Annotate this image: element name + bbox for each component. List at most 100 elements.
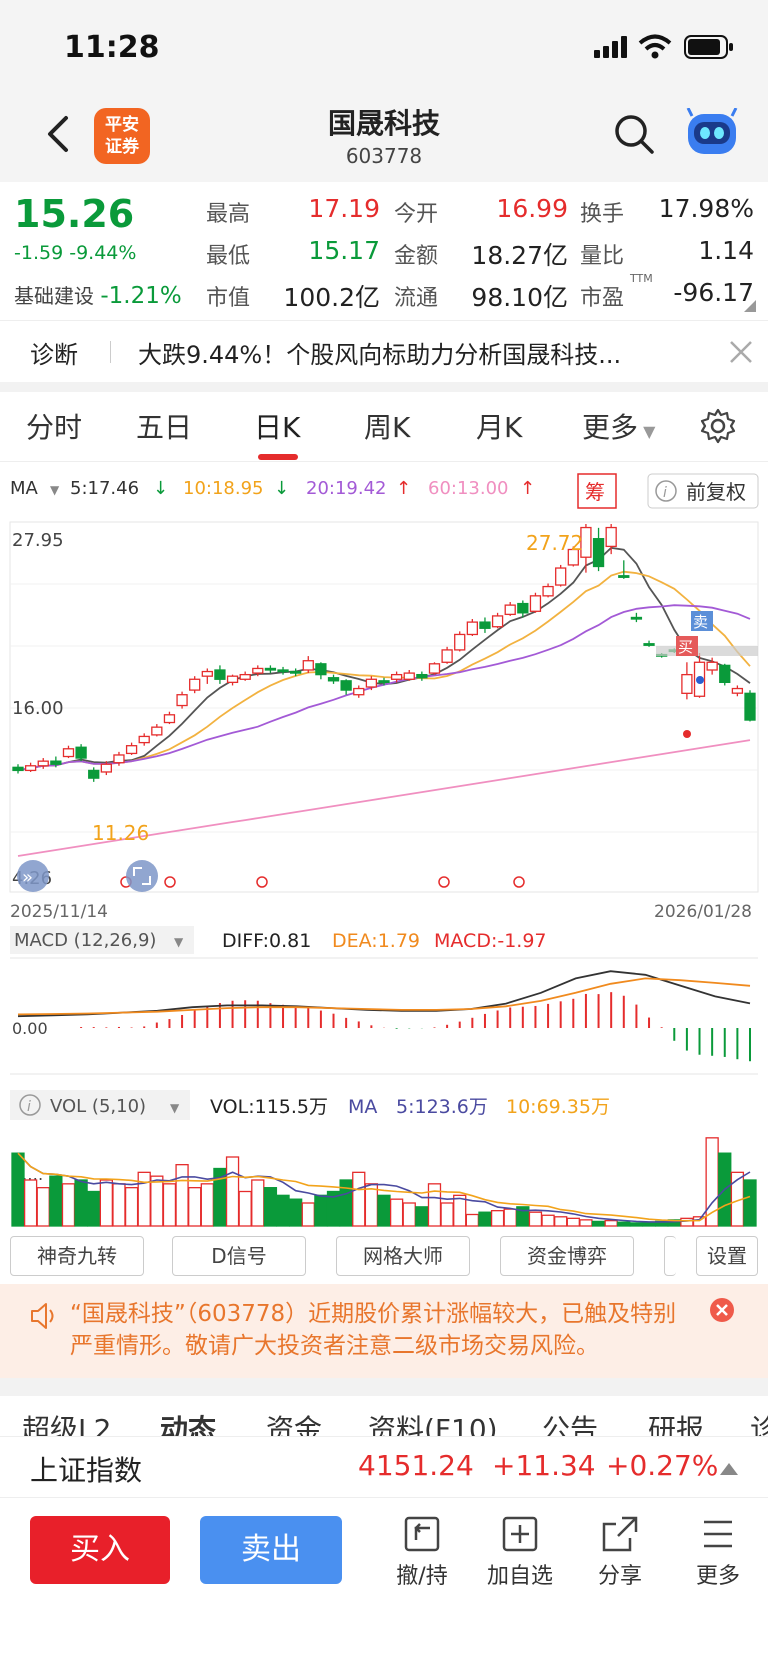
tab-news[interactable]: 动态 [160,1408,216,1436]
tool-more[interactable] [664,1236,676,1276]
volume-bar [301,1202,315,1227]
volume-bar [200,1183,214,1227]
candle-body [37,760,49,767]
stock-header: 平安 证券 国晟科技 603778 [0,96,768,182]
candle-body [340,680,352,691]
diagnosis-banner[interactable]: 诊断 大跌9.44%！个股风向标助力分析国晟科技... [0,320,768,382]
tool-grid-master[interactable]: 网格大师 [336,1236,470,1276]
close-icon[interactable] [710,1298,734,1322]
tool-nine-turn[interactable]: 神奇九转 [10,1236,144,1276]
candle-body [226,675,239,684]
sell-button[interactable]: 卖出 [200,1516,342,1584]
ma10-line [17,570,751,772]
assistant-robot-icon[interactable] [684,108,740,158]
tab-f10[interactable]: 资料(F10) [368,1408,498,1436]
volume-bar [49,1175,63,1227]
tab-daily-k[interactable]: 日K [254,406,300,446]
tab-diagnose[interactable]: 诊 [750,1408,768,1436]
tab-funds[interactable]: 资金 [266,1408,322,1436]
fullscreen-button[interactable] [126,860,158,892]
event-marker-icon[interactable] [438,876,450,888]
vol-label: VOL (5,10) [50,1096,146,1117]
index-change: +11.34 [492,1449,596,1482]
cancel-hold-button[interactable]: 撤/持 [382,1514,462,1590]
volume-bar [680,1217,694,1227]
tab-research[interactable]: 研报 [648,1408,704,1436]
event-marker-icon[interactable] [164,876,176,888]
chevron-up-icon[interactable] [720,1461,738,1475]
tab-intraday[interactable]: 分时 [26,406,82,446]
close-icon[interactable] [728,339,754,365]
ma60-arrow-icon: ↑ [520,478,535,499]
section-gap [0,1378,768,1396]
macd-dea-line [17,977,751,1016]
period-tabs: 分时 五日 日K 周K 月K 更多 ▼ [0,392,768,462]
diagnosis-text[interactable]: 大跌9.44%！个股风向标助力分析国晟科技... [138,335,698,370]
volume-bar [604,1219,618,1227]
macd-lines [17,970,751,1018]
sell-tag-label: 卖 [693,613,708,631]
volume-ratio-label: 量比 [580,244,625,269]
tool-fund-game[interactable]: 资金博弈 [500,1236,634,1276]
tab-monthly-k[interactable]: 月K [476,406,522,446]
ma10-value: 10:18.95 [183,478,264,499]
candle-body [327,677,340,682]
expand-corner-icon[interactable] [744,300,756,312]
low-label: 最低 [206,244,251,269]
tab-more[interactable]: 更多 ▼ [582,406,655,446]
ma20-value: 20:19.42 [306,478,387,499]
vol-ma-label: MA [348,1096,377,1118]
search-icon[interactable] [612,112,656,156]
tab-announcements[interactable]: 公告 [542,1408,598,1436]
sector-change[interactable]: 基础建设 -1.21% [14,280,182,309]
amount-label: 金额 [394,244,439,269]
macd-dea: DEA:1.79 [332,930,420,952]
candle-body [466,621,478,636]
candle-body [378,680,390,684]
trade-dot [683,730,691,738]
add-watchlist-button[interactable]: 加自选 [480,1514,560,1590]
pe-label: 市盈 [580,286,625,311]
kline-chart[interactable]: MA ▼ 5:17.46 ↓ 10:18.95 ↓ 20:19.42 ↑ 60:… [0,462,768,1232]
tool-d-signal[interactable]: D信号 [172,1236,306,1276]
signal-icon [594,36,627,58]
speaker-icon [31,1303,54,1329]
double-arrow-icon: » [22,867,33,888]
tool-settings[interactable]: 设置 [696,1236,758,1276]
volume-bar [162,1183,177,1227]
tab-five-day[interactable]: 五日 [136,406,192,446]
volume-bar [617,1221,631,1227]
turnover-value: 17.98% [658,194,754,223]
candle-body [125,745,138,755]
candle-body [555,567,567,586]
share-button[interactable]: 分享 [580,1514,660,1590]
volume-bar [225,1156,240,1227]
candle-body [365,678,378,688]
candle-body [264,667,277,671]
buy-button[interactable]: 买入 [30,1516,170,1584]
trade-band [656,646,758,656]
event-marker-icon[interactable] [256,876,268,888]
more-button[interactable]: 更多 [678,1514,758,1590]
wifi-icon [638,34,672,59]
volume-bar [112,1183,126,1227]
macd-zero-label: 0.00 [12,1019,48,1038]
volume-bar [314,1194,328,1227]
candle-body [454,633,466,651]
volume-bar [554,1216,568,1227]
ma5-arrow-icon: ↓ [153,478,168,499]
macd-label: MACD (12,26,9) [14,930,156,951]
gear-icon[interactable] [700,408,736,444]
ma-label[interactable]: MA [10,478,39,499]
candle-body [643,643,655,646]
tab-super-l2[interactable]: 超级L2 [22,1408,111,1436]
volume-bar [188,1187,202,1227]
candle-body [491,615,504,628]
kline-chart-area[interactable]: MA ▼ 5:17.46 ↓ 10:18.95 ↓ 20:19.42 ↑ 60:… [0,462,768,1232]
tab-weekly-k[interactable]: 周K [364,406,410,446]
ma-dropdown-icon[interactable]: ▼ [50,483,60,497]
event-marker-icon[interactable] [513,876,525,888]
index-ticker[interactable]: 上证指数 4151.24 +11.34 +0.27% [0,1436,768,1498]
candle-body [744,692,756,721]
status-time: 11:28 [64,30,160,65]
